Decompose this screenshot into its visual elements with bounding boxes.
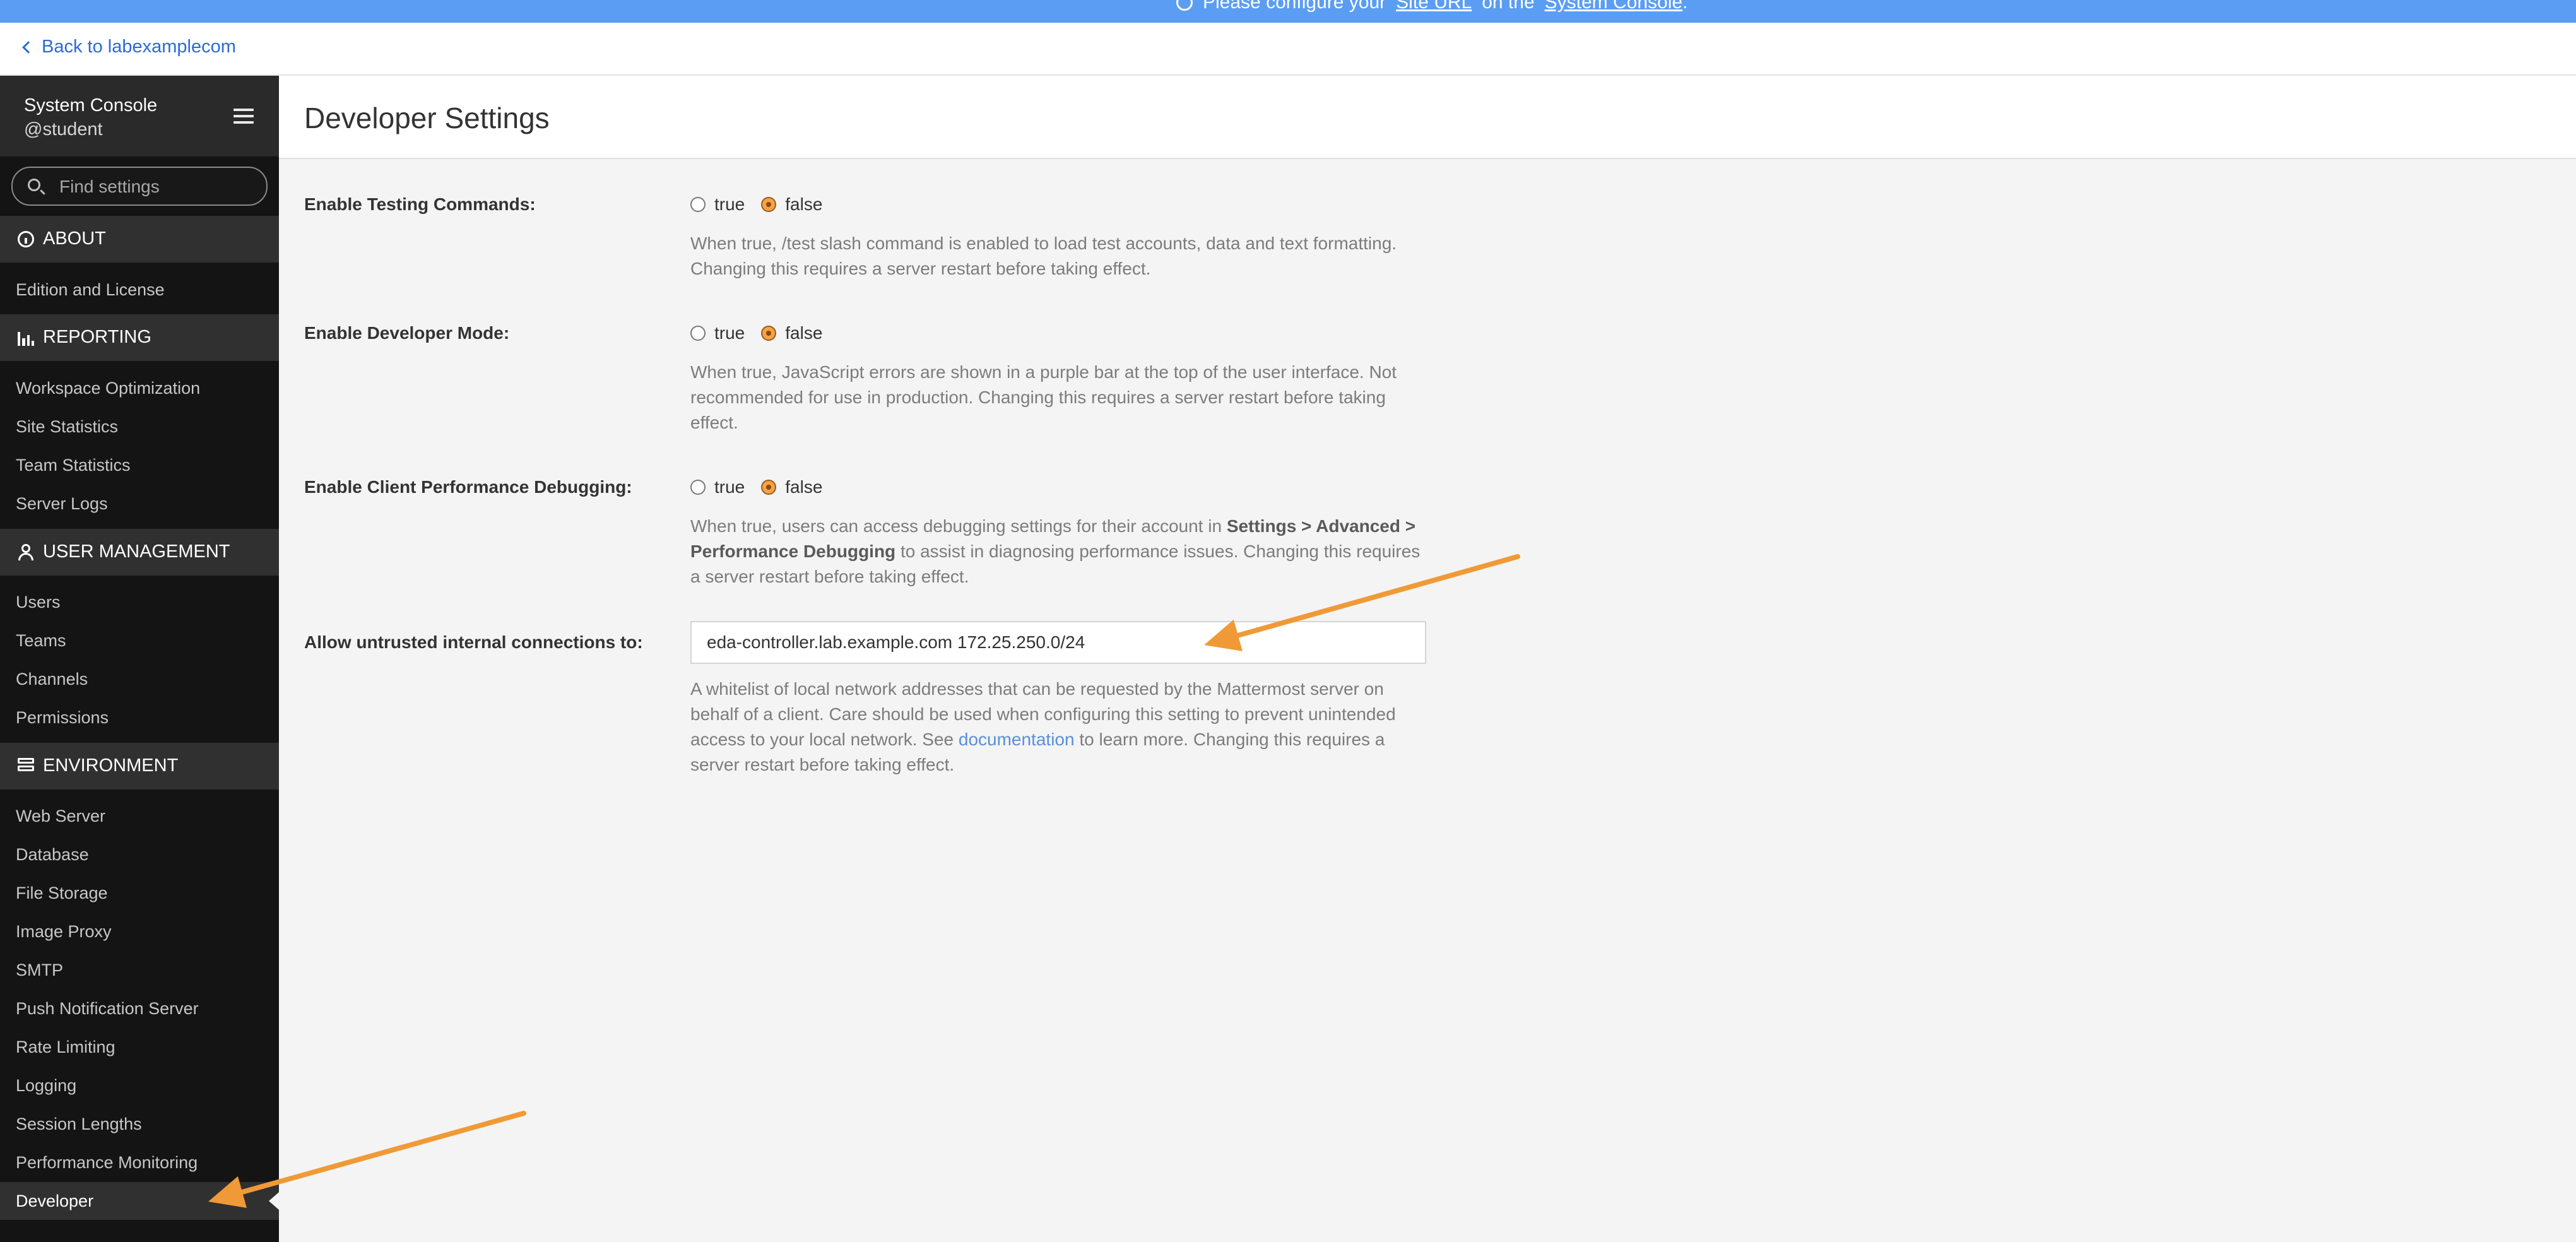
annotation-arrow-group [208, 554, 1520, 1208]
annotation-arrow-input-head [1204, 619, 1243, 651]
annotation-arrow-developer-shaft [239, 1111, 526, 1195]
annotation-arrow-developer-head [208, 1176, 247, 1208]
annotation-arrow-input-shaft [1235, 554, 1520, 638]
annotation-arrows [208, 554, 1520, 1208]
